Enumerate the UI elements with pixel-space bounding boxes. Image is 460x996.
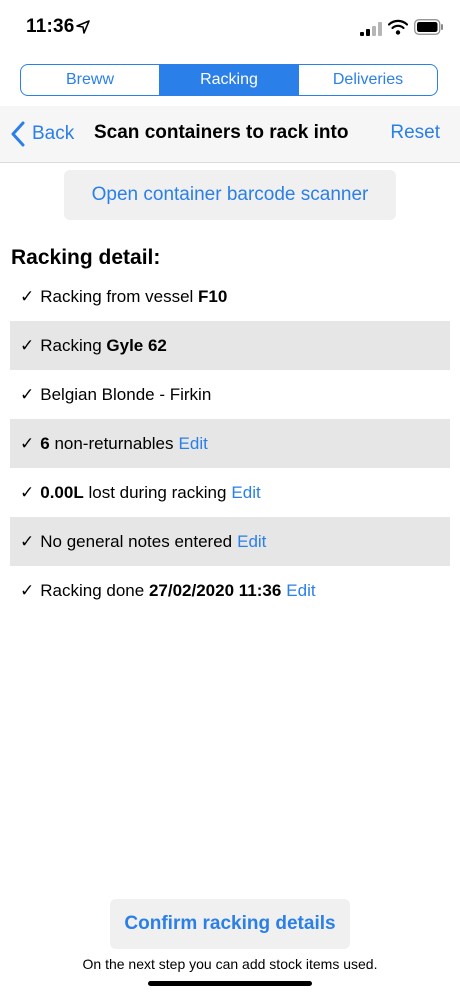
open-scanner-button[interactable]: Open container barcode scanner bbox=[64, 170, 396, 220]
vessel-value: F10 bbox=[198, 286, 228, 306]
racking-screen: 11:36 Breww Racking Deliveries Back Scan… bbox=[0, 0, 460, 996]
detail-text: Racking bbox=[40, 335, 107, 355]
detail-row-product: ✓ Belgian Blonde - Firkin bbox=[10, 370, 450, 419]
edit-non-returnables-link[interactable]: Edit bbox=[179, 434, 208, 454]
detail-row-gyle: ✓ Racking Gyle 62 bbox=[10, 321, 450, 370]
detail-row-notes: ✓ No general notes entered Edit bbox=[10, 517, 450, 566]
detail-text: non-returnables bbox=[49, 433, 174, 453]
detail-text: Racking from vessel bbox=[40, 286, 199, 306]
confirm-racking-button[interactable]: Confirm racking details bbox=[110, 899, 350, 949]
check-icon: ✓ bbox=[20, 482, 35, 502]
check-icon: ✓ bbox=[20, 335, 35, 355]
check-icon: ✓ bbox=[20, 531, 35, 551]
wifi-icon bbox=[388, 19, 408, 35]
page-title: Scan containers to rack into bbox=[94, 122, 349, 143]
status-bar: 11:36 bbox=[0, 0, 460, 56]
detail-row-non-returnables: ✓ 6 non-returnables Edit bbox=[10, 419, 450, 468]
tab-racking[interactable]: Racking bbox=[159, 65, 298, 95]
detail-text: Racking done bbox=[40, 580, 149, 600]
navigation-bar: Back Scan containers to rack into Reset bbox=[0, 106, 460, 163]
gyle-value: Gyle 62 bbox=[106, 335, 167, 355]
chevron-left-icon bbox=[11, 121, 25, 147]
notes-text: No general notes entered bbox=[40, 531, 233, 551]
back-label: Back bbox=[32, 123, 75, 144]
back-button[interactable]: Back bbox=[10, 120, 74, 148]
product-text: Belgian Blonde - Firkin bbox=[40, 384, 212, 404]
racking-detail-list: ✓ Racking from vessel F10 ✓ Racking Gyle… bbox=[10, 272, 450, 615]
home-indicator bbox=[148, 981, 312, 986]
check-icon: ✓ bbox=[20, 286, 35, 306]
racking-done-datetime: 27/02/2020 11:36 bbox=[148, 580, 282, 600]
racking-detail-heading: Racking detail: bbox=[11, 246, 161, 269]
section-tabs: Breww Racking Deliveries bbox=[20, 64, 438, 96]
check-icon: ✓ bbox=[20, 384, 35, 404]
edit-racking-done-link[interactable]: Edit bbox=[286, 581, 315, 601]
battery-icon bbox=[414, 19, 443, 35]
footer-note: On the next step you can add stock items… bbox=[82, 956, 378, 972]
edit-notes-link[interactable]: Edit bbox=[237, 532, 266, 552]
non-returnables-count: 6 bbox=[40, 433, 50, 453]
detail-row-vessel: ✓ Racking from vessel F10 bbox=[10, 272, 450, 321]
location-arrow-icon bbox=[76, 20, 90, 34]
status-time: 11:36 bbox=[26, 16, 75, 37]
volume-lost-value: 0.00L bbox=[40, 482, 84, 502]
tab-deliveries[interactable]: Deliveries bbox=[298, 65, 437, 95]
detail-row-racking-done: ✓ Racking done 27/02/2020 11:36 Edit bbox=[10, 566, 450, 615]
detail-row-volume-lost: ✓ 0.00L lost during racking Edit bbox=[10, 468, 450, 517]
check-icon: ✓ bbox=[20, 433, 35, 453]
reset-button[interactable]: Reset bbox=[390, 122, 440, 144]
edit-volume-lost-link[interactable]: Edit bbox=[231, 483, 260, 503]
check-icon: ✓ bbox=[20, 580, 35, 600]
cell-signal-icon bbox=[360, 22, 382, 36]
tab-breww[interactable]: Breww bbox=[21, 65, 159, 95]
detail-text: lost during racking bbox=[83, 482, 227, 502]
